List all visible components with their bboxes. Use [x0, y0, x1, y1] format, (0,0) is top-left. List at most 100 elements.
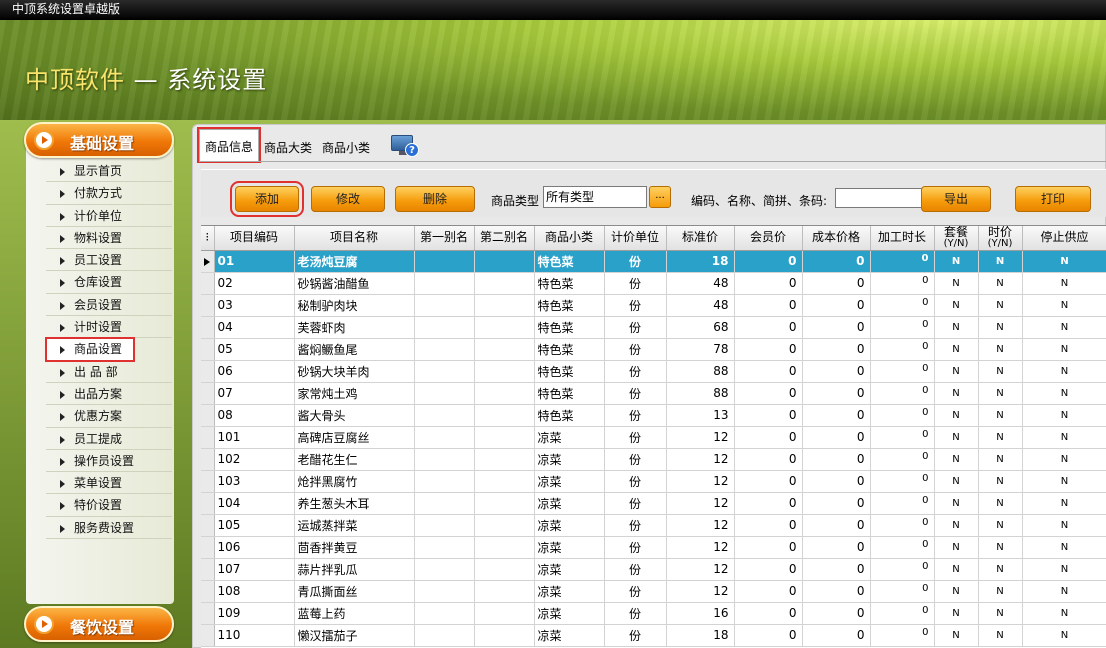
sidebar-group-catering-settings[interactable]: 餐饮设置	[24, 606, 174, 642]
search-label: 编码、名称、简拼、条码:	[691, 194, 828, 208]
table-cell: 0	[870, 360, 935, 383]
table-row[interactable]: 103 炝拌黑腐竹 凉菜份 12 0 0 0 N N N	[201, 470, 1106, 493]
table-row[interactable]: 01 老汤炖豆腐 特色菜份 18 0 0 0 N N N	[201, 250, 1106, 273]
sidebar-item[interactable]: 计时设置	[46, 316, 172, 339]
sidebar-item[interactable]: 仓库设置	[46, 271, 172, 294]
sidebar-item[interactable]: 菜单设置	[46, 472, 172, 495]
sidebar-item[interactable]: 员工提成	[46, 428, 172, 450]
sidebar-item[interactable]: 显示首页	[46, 160, 172, 183]
table-row[interactable]: 106 茴香拌黄豆 凉菜份 12 0 0 0 N N N	[201, 536, 1106, 559]
column-header[interactable]: 套餐 (Y/N)	[934, 226, 979, 251]
table-row[interactable]: 107 蒜片拌乳瓜 凉菜份 12 0 0 0 N N N	[201, 558, 1106, 581]
row-indicator[interactable]	[201, 492, 215, 515]
row-indicator[interactable]	[201, 404, 215, 427]
delete-button[interactable]: 删除	[395, 186, 475, 212]
row-indicator[interactable]	[201, 360, 215, 383]
column-header[interactable]: 会员价	[734, 226, 803, 251]
column-header[interactable]: 停止供应	[1022, 226, 1106, 251]
row-indicator[interactable]	[201, 272, 215, 295]
tab-product-category[interactable]: 商品大类	[259, 135, 317, 161]
table-row[interactable]: 105 运城蒸拌菜 凉菜份 12 0 0 0 N N N	[201, 514, 1106, 537]
table-row[interactable]: 110 懒汉擂茄子 凉菜份 18 0 0 0 N N N	[201, 624, 1106, 647]
table-row[interactable]: 102 老醋花生仁 凉菜份 12 0 0 0 N N N	[201, 448, 1106, 471]
table-cell: N	[934, 426, 979, 449]
table-row[interactable]: 109 蓝莓上药 凉菜份 16 0 0 0 N N N	[201, 602, 1106, 625]
column-header[interactable]: 第二别名	[474, 226, 535, 251]
table-row[interactable]: 03 秘制驴肉块 特色菜份 48 0 0 0 N N N	[201, 294, 1106, 317]
table-row[interactable]: 108 青瓜撕面丝 凉菜份 12 0 0 0 N N N	[201, 580, 1106, 603]
sidebar-item[interactable]: 操作员设置	[46, 450, 172, 473]
column-header[interactable]: 项目名称	[294, 226, 415, 251]
row-indicator[interactable]	[201, 294, 215, 317]
table-cell: 老醋花生仁	[294, 448, 415, 471]
sidebar-item[interactable]: 计价单位	[46, 205, 172, 227]
table-row[interactable]: 02 砂锅酱油醋鱼 特色菜份 48 0 0 0 N N N	[201, 272, 1106, 295]
tab-product-info[interactable]: 商品信息	[196, 127, 262, 163]
table-cell: 份	[604, 448, 667, 471]
row-indicator[interactable]	[201, 250, 215, 273]
add-button[interactable]: 添加	[230, 181, 304, 217]
row-indicator[interactable]	[201, 624, 215, 647]
sidebar-item[interactable]: 付款方式	[46, 182, 172, 205]
column-header[interactable]: 加工时长	[870, 226, 935, 251]
row-indicator[interactable]	[201, 536, 215, 559]
row-indicator[interactable]	[201, 558, 215, 581]
column-header[interactable]: 成本价格	[802, 226, 871, 251]
search-input[interactable]	[835, 188, 931, 208]
sidebar-item[interactable]: 物料设置	[46, 227, 172, 250]
table-cell: 老汤炖豆腐	[294, 250, 415, 273]
row-indicator[interactable]	[201, 382, 215, 405]
product-type-field[interactable]: 所有类型	[543, 186, 647, 208]
column-header[interactable]: 项目编码	[214, 226, 295, 251]
row-indicator[interactable]	[201, 470, 215, 493]
sidebar-item[interactable]: 商品设置	[45, 337, 135, 362]
product-type-browse-button[interactable]: ...	[649, 186, 671, 208]
table-row[interactable]: 101 高碑店豆腐丝 凉菜份 12 0 0 0 N N N	[201, 426, 1106, 449]
table-cell: 份	[604, 492, 667, 515]
column-header[interactable]: 标准价	[666, 226, 735, 251]
row-indicator[interactable]	[201, 426, 215, 449]
tab-product-subcategory[interactable]: 商品小类	[317, 135, 375, 161]
table-cell: 茴香拌黄豆	[294, 536, 415, 559]
table-cell: 0	[734, 382, 803, 405]
table-cell: N	[934, 338, 979, 361]
table-row[interactable]: 104 养生葱头木耳 凉菜份 12 0 0 0 N N N	[201, 492, 1106, 515]
column-header[interactable]: 计价单位	[604, 226, 667, 251]
sidebar-group-basic-settings[interactable]: 基础设置	[24, 122, 174, 158]
column-header[interactable]: 第一别名	[414, 226, 475, 251]
table-cell	[414, 316, 475, 339]
export-button[interactable]: 导出	[921, 186, 991, 212]
table-cell: N	[934, 404, 979, 427]
help-icon[interactable]: ?	[391, 135, 420, 159]
table-row[interactable]: 05 酱焖鳜鱼尾 特色菜份 78 0 0 0 N N N	[201, 338, 1106, 361]
row-indicator[interactable]	[201, 602, 215, 625]
sidebar-item[interactable]: 优惠方案	[46, 405, 172, 428]
sidebar-item[interactable]: 服务费设置	[46, 517, 172, 540]
print-button[interactable]: 打印	[1015, 186, 1091, 212]
row-indicator[interactable]	[201, 316, 215, 339]
sidebar-item[interactable]: 出 品 部	[46, 361, 172, 383]
table-cell: 特色菜	[534, 316, 605, 339]
sidebar-item[interactable]: 特价设置	[46, 494, 172, 517]
table-cell: N	[978, 514, 1023, 537]
table-cell: N	[1022, 602, 1106, 625]
row-indicator[interactable]	[201, 514, 215, 537]
table-cell: 份	[604, 602, 667, 625]
column-header[interactable]: 商品小类	[534, 226, 605, 251]
table-cell: N	[1022, 536, 1106, 559]
row-indicator[interactable]	[201, 448, 215, 471]
column-header[interactable]: 时价 (Y/N)	[978, 226, 1023, 251]
row-indicator[interactable]	[201, 580, 215, 603]
sidebar-item[interactable]: 出品方案	[46, 383, 172, 406]
table-cell: 懒汉擂茄子	[294, 624, 415, 647]
sidebar-item[interactable]: 员工设置	[46, 249, 172, 272]
table-row[interactable]: 08 酱大骨头 特色菜份 13 0 0 0 N N N	[201, 404, 1106, 427]
table-row[interactable]: 07 家常炖土鸡 特色菜份 88 0 0 0 N N N	[201, 382, 1106, 405]
table-cell: 104	[214, 492, 295, 515]
row-indicator[interactable]	[201, 338, 215, 361]
table-row[interactable]: 06 砂锅大块羊肉 特色菜份 88 0 0 0 N N N	[201, 360, 1106, 383]
edit-button[interactable]: 修改	[311, 186, 385, 212]
table-cell: 106	[214, 536, 295, 559]
table-row[interactable]: 04 芙蓉虾肉 特色菜份 68 0 0 0 N N N	[201, 316, 1106, 339]
sidebar-item[interactable]: 会员设置	[46, 294, 172, 317]
